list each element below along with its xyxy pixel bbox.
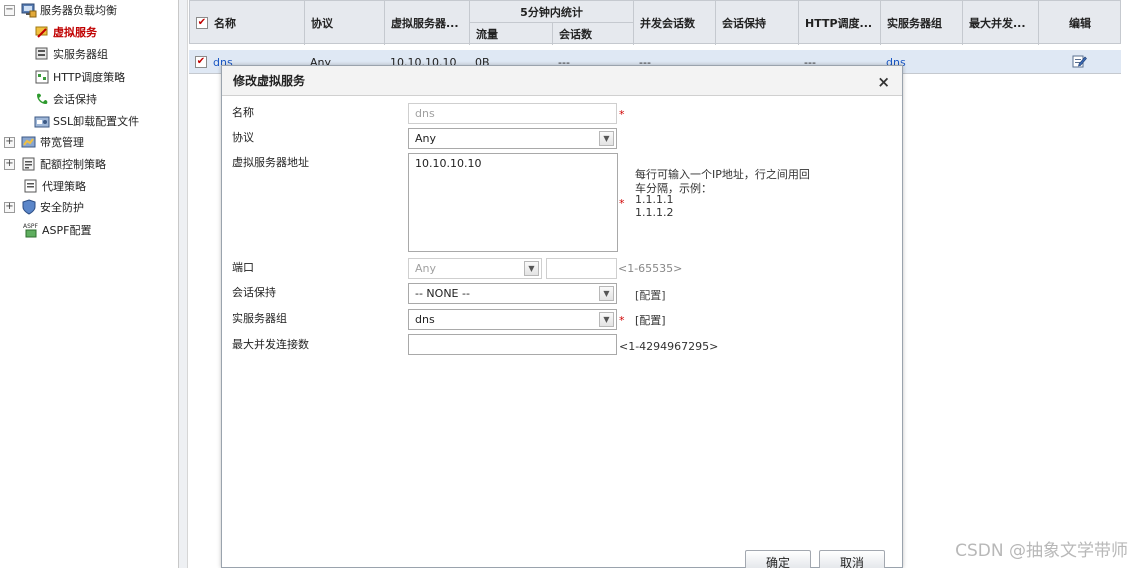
ok-button[interactable]: 确定 <box>745 550 811 568</box>
server-lb-icon <box>21 2 37 18</box>
chevron-down-icon: ▼ <box>524 261 539 276</box>
expand-icon[interactable]: + <box>4 158 15 170</box>
cancel-button[interactable]: 取消 <box>819 550 885 568</box>
session-persist-icon <box>34 91 50 107</box>
sidebar-item-label: SSL卸载配置文件 <box>53 115 140 128</box>
required-mark: * <box>619 197 625 210</box>
sidebar-item-label: 会话保持 <box>53 93 97 106</box>
vs-address-label: 虚拟服务器地址 <box>232 156 309 169</box>
column-header-max-concurrent[interactable]: 最大并发... <box>963 1 1039 45</box>
port-input[interactable] <box>546 258 617 279</box>
max-conn-input[interactable] <box>408 334 617 355</box>
required-mark: * <box>619 108 625 121</box>
sidebar: − 服务器负载均衡 虚拟服务 实服务器组 HTTP调度策略 会话保持 SSL卸载… <box>0 0 179 568</box>
required-mark: * <box>619 314 625 327</box>
persistence-config-text: [配置] <box>635 289 666 302</box>
protocol-label: 协议 <box>232 131 254 144</box>
chevron-down-icon: ▼ <box>599 286 614 301</box>
sidebar-item-label: 实服务器组 <box>53 48 108 61</box>
address-hint-example1: 1.1.1.1 <box>635 193 674 206</box>
name-label: 名称 <box>232 106 254 119</box>
sidebar-item-aspf[interactable]: ASPF ASPF配置 <box>23 220 91 240</box>
sidebar-item-label: 安全防护 <box>40 201 84 214</box>
chevron-down-icon: ▼ <box>599 131 614 146</box>
max-conn-label: 最大并发连接数 <box>232 338 309 351</box>
column-header-traffic[interactable]: 流量 <box>470 23 553 45</box>
sidebar-splitter[interactable] <box>179 0 188 568</box>
sidebar-item-server-lb[interactable]: − 服务器负载均衡 <box>4 0 117 20</box>
max-conn-range-hint: <1-4294967295> <box>619 340 719 353</box>
column-header-vs-address[interactable]: 虚拟服务器... <box>385 1 470 45</box>
expand-icon[interactable]: + <box>4 201 15 213</box>
collapse-icon[interactable]: − <box>4 4 15 16</box>
sidebar-item-bandwidth[interactable]: + 带宽管理 <box>4 132 84 152</box>
column-header-protocol[interactable]: 协议 <box>305 1 385 45</box>
sidebar-item-label: 配额控制策略 <box>40 158 106 171</box>
sidebar-item-quota[interactable]: + 配额控制策略 <box>4 154 106 174</box>
sidebar-item-virtual-service[interactable]: 虚拟服务 <box>34 22 97 42</box>
virtual-service-icon <box>34 24 50 40</box>
grid-header: ✔ 名称 协议 虚拟服务器... 5分钟内统计 流量 会话数 并发会话数 会话保… <box>189 0 1121 45</box>
http-policy-icon <box>34 69 50 85</box>
watermark: CSDN @抽象文学带师 <box>955 541 1128 561</box>
port-label: 端口 <box>232 261 254 274</box>
sidebar-item-label: 代理策略 <box>42 180 86 193</box>
column-header-http-policy[interactable]: HTTP调度... <box>799 1 881 45</box>
bandwidth-icon <box>21 134 37 150</box>
edit-virtual-service-dialog: 修改虚拟服务 × 名称 dns * 协议 Any ▼ 虚拟服务器地址 10.10… <box>221 65 903 568</box>
select-all-checkbox[interactable]: ✔ <box>196 17 208 29</box>
column-header-name[interactable]: ✔ 名称 <box>190 1 305 45</box>
port-range-hint: <1-65535> <box>618 262 683 275</box>
proxy-icon <box>23 178 39 194</box>
svg-text:ASPF: ASPF <box>23 223 39 230</box>
protocol-select[interactable]: Any ▼ <box>408 128 617 149</box>
name-field[interactable]: dns <box>408 103 617 124</box>
shield-icon <box>21 199 37 215</box>
sidebar-item-label: 服务器负载均衡 <box>40 4 117 17</box>
sidebar-item-label: 虚拟服务 <box>53 26 97 39</box>
sidebar-item-session-persist[interactable]: 会话保持 <box>34 89 97 109</box>
column-header-sessions[interactable]: 会话数 <box>553 23 634 45</box>
sidebar-item-http-policy[interactable]: HTTP调度策略 <box>34 67 125 87</box>
sidebar-item-label: HTTP调度策略 <box>53 71 126 84</box>
column-header-edit: 编辑 <box>1069 17 1091 30</box>
sidebar-item-label: ASPF配置 <box>42 224 92 237</box>
ssl-icon <box>34 113 50 129</box>
aspf-icon: ASPF <box>23 222 39 238</box>
edit-icon[interactable] <box>1072 54 1087 71</box>
vs-address-textarea[interactable]: 10.10.10.10 <box>408 153 618 252</box>
persistence-label: 会话保持 <box>232 286 276 299</box>
row-checkbox[interactable]: ✔ <box>195 56 207 68</box>
sidebar-item-real-server-group[interactable]: 实服务器组 <box>34 44 108 64</box>
column-header-persistence[interactable]: 会话保持 <box>716 1 799 45</box>
quota-icon <box>21 156 37 172</box>
dialog-title[interactable]: 修改虚拟服务 <box>222 66 902 96</box>
expand-icon[interactable]: + <box>4 136 15 148</box>
real-server-group-icon <box>34 46 50 62</box>
chevron-down-icon: ▼ <box>599 312 614 327</box>
column-header-stats: 5分钟内统计 <box>470 1 634 23</box>
port-select[interactable]: Any ▼ <box>408 258 542 279</box>
sidebar-item-label: 带宽管理 <box>40 136 84 149</box>
column-header-server-group[interactable]: 实服务器组 <box>881 1 963 45</box>
sidebar-item-ssl[interactable]: SSL卸载配置文件 <box>34 111 139 131</box>
sidebar-item-proxy[interactable]: 代理策略 <box>23 176 86 196</box>
address-hint-example2: 1.1.1.2 <box>635 206 674 219</box>
server-group-config-link[interactable]: [配置] <box>635 312 666 328</box>
column-header-concurrent[interactable]: 并发会话数 <box>634 1 716 45</box>
sidebar-item-security[interactable]: + 安全防护 <box>4 197 84 217</box>
server-group-label: 实服务器组 <box>232 312 287 325</box>
server-group-select[interactable]: dns ▼ <box>408 309 617 330</box>
close-icon[interactable]: × <box>877 73 890 91</box>
persistence-select[interactable]: -- NONE -- ▼ <box>408 283 617 304</box>
